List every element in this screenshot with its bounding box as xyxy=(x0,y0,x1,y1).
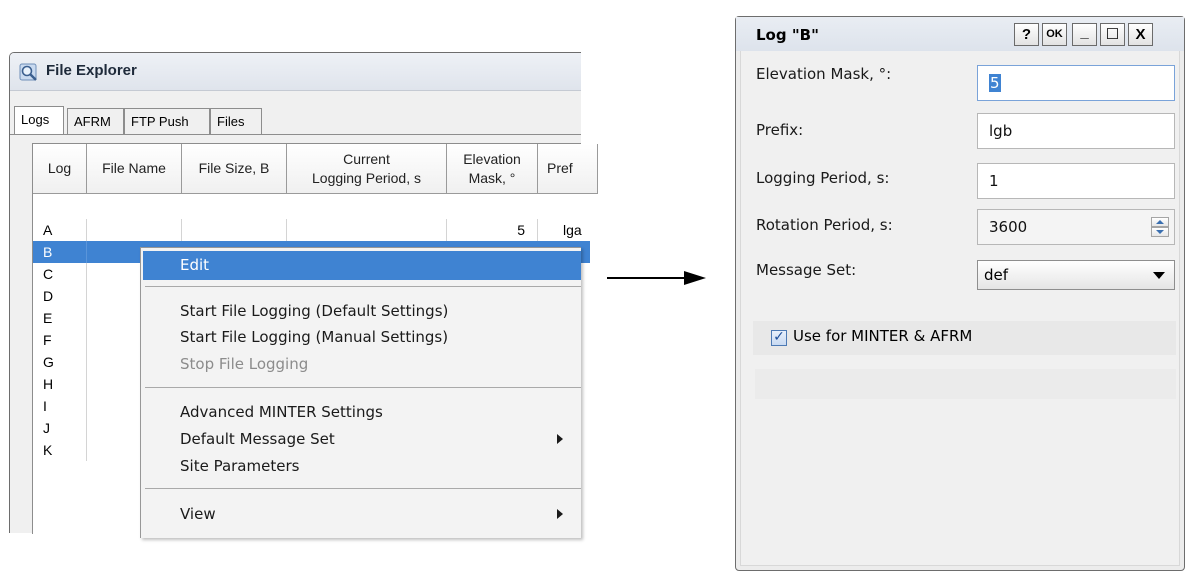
file-explorer-titlebar: File Explorer xyxy=(10,53,581,91)
column-header-file-name[interactable]: File Name xyxy=(87,144,182,194)
elevation-mask-label: Elevation Mask, °: xyxy=(756,65,892,83)
context-menu: Edit Start File Logging (Default Setting… xyxy=(140,247,581,538)
right-arrow-icon xyxy=(684,271,706,285)
menu-item-start-manual[interactable]: Start File Logging (Manual Settings) xyxy=(180,326,448,348)
spin-up-icon[interactable] xyxy=(1151,217,1169,227)
cell-elevation-mask: 5 xyxy=(447,219,538,241)
row-log-name: J xyxy=(33,417,87,439)
menu-item-view[interactable]: View xyxy=(180,503,216,525)
row-log-name: D xyxy=(33,285,87,307)
row-log-name: G xyxy=(33,351,87,373)
prefix-field[interactable]: lgb xyxy=(977,113,1175,149)
menu-separator xyxy=(145,387,581,388)
menu-separator xyxy=(145,286,581,287)
spin-down-icon[interactable] xyxy=(1151,227,1169,237)
rotation-period-spinner[interactable] xyxy=(1151,217,1169,238)
table-row[interactable]: A 5 lga xyxy=(33,219,590,241)
tab-ftp-push[interactable]: FTP Push xyxy=(124,108,210,134)
magnifier-icon xyxy=(19,63,37,81)
tab-files[interactable]: Files xyxy=(210,108,262,134)
elevation-mask-value: 5 xyxy=(989,74,1001,92)
tab-divider xyxy=(10,134,581,135)
message-set-select[interactable]: def xyxy=(977,260,1175,290)
menu-separator xyxy=(145,488,581,489)
rotation-period-value: 3600 xyxy=(989,218,1028,236)
use-for-minter-label: Use for MINTER & AFRM xyxy=(793,327,973,345)
menu-item-stop-logging: Stop File Logging xyxy=(180,355,309,373)
column-header-prefix[interactable]: Pref xyxy=(538,144,598,194)
message-set-label: Message Set: xyxy=(756,261,857,279)
message-set-value: def xyxy=(984,266,1009,284)
column-header-logging-period[interactable]: Current Logging Period, s xyxy=(287,144,447,194)
disabled-row xyxy=(755,369,1176,399)
row-log-name: A xyxy=(33,219,87,241)
close-button[interactable]: X xyxy=(1128,23,1153,46)
transition-arrow-line xyxy=(607,277,687,279)
row-log-name: F xyxy=(33,329,87,351)
tab-afrm[interactable]: AFRM xyxy=(67,108,124,134)
row-log-name: C xyxy=(33,263,87,285)
submenu-arrow-icon xyxy=(557,434,563,444)
dialog-title: Log "B" xyxy=(756,26,819,44)
rotation-period-stepper[interactable]: 3600 xyxy=(977,209,1175,245)
column-header-file-size[interactable]: File Size, B xyxy=(182,144,287,194)
row-log-name: B xyxy=(33,241,87,263)
row-log-name: I xyxy=(33,395,87,417)
rotation-period-label: Rotation Period, s: xyxy=(756,216,893,234)
log-dialog: Log "B" ? OK _ ☐ X Elevation Mask, °: 5 … xyxy=(735,16,1185,571)
elevation-mask-field[interactable]: 5 xyxy=(977,65,1175,101)
menu-item-default-message-set[interactable]: Default Message Set xyxy=(180,428,335,450)
submenu-arrow-icon xyxy=(557,509,563,519)
row-log-name: H xyxy=(33,373,87,395)
row-log-name: K xyxy=(33,439,87,461)
menu-item-site-parameters[interactable]: Site Parameters xyxy=(180,455,299,477)
use-for-minter-row[interactable]: ✓ Use for MINTER & AFRM xyxy=(753,321,1176,355)
column-header-log[interactable]: Log xyxy=(33,144,87,194)
dialog-titlebar[interactable]: Log "B" ? OK _ ☐ X xyxy=(736,17,1184,51)
minimize-button[interactable]: _ xyxy=(1072,23,1097,46)
chevron-down-icon xyxy=(1153,272,1165,279)
column-header-elevation-mask[interactable]: Elevation Mask, ° xyxy=(447,144,538,194)
row-log-name: E xyxy=(33,307,87,329)
maximize-button[interactable]: ☐ xyxy=(1100,23,1125,46)
menu-item-advanced-minter[interactable]: Advanced MINTER Settings xyxy=(180,401,383,423)
menu-item-edit-label: Edit xyxy=(180,256,210,274)
cell-prefix: lga xyxy=(563,222,582,238)
logging-period-field[interactable]: 1 xyxy=(977,163,1175,199)
prefix-label: Prefix: xyxy=(756,121,804,139)
use-for-minter-checkbox[interactable]: ✓ xyxy=(771,330,787,346)
cell-logging-period xyxy=(287,219,447,241)
cell-file-size xyxy=(182,219,287,241)
ok-button[interactable]: OK xyxy=(1042,23,1067,46)
help-button[interactable]: ? xyxy=(1014,23,1039,46)
file-explorer-title: File Explorer xyxy=(46,62,137,79)
tab-logs[interactable]: Logs xyxy=(14,106,64,134)
cell-file-name xyxy=(87,219,182,241)
menu-item-start-default[interactable]: Start File Logging (Default Settings) xyxy=(180,300,448,322)
logging-period-label: Logging Period, s: xyxy=(756,169,890,187)
menu-item-edit[interactable]: Edit xyxy=(143,251,581,280)
dialog-body: Elevation Mask, °: 5 Prefix: lgb Logging… xyxy=(740,51,1180,566)
